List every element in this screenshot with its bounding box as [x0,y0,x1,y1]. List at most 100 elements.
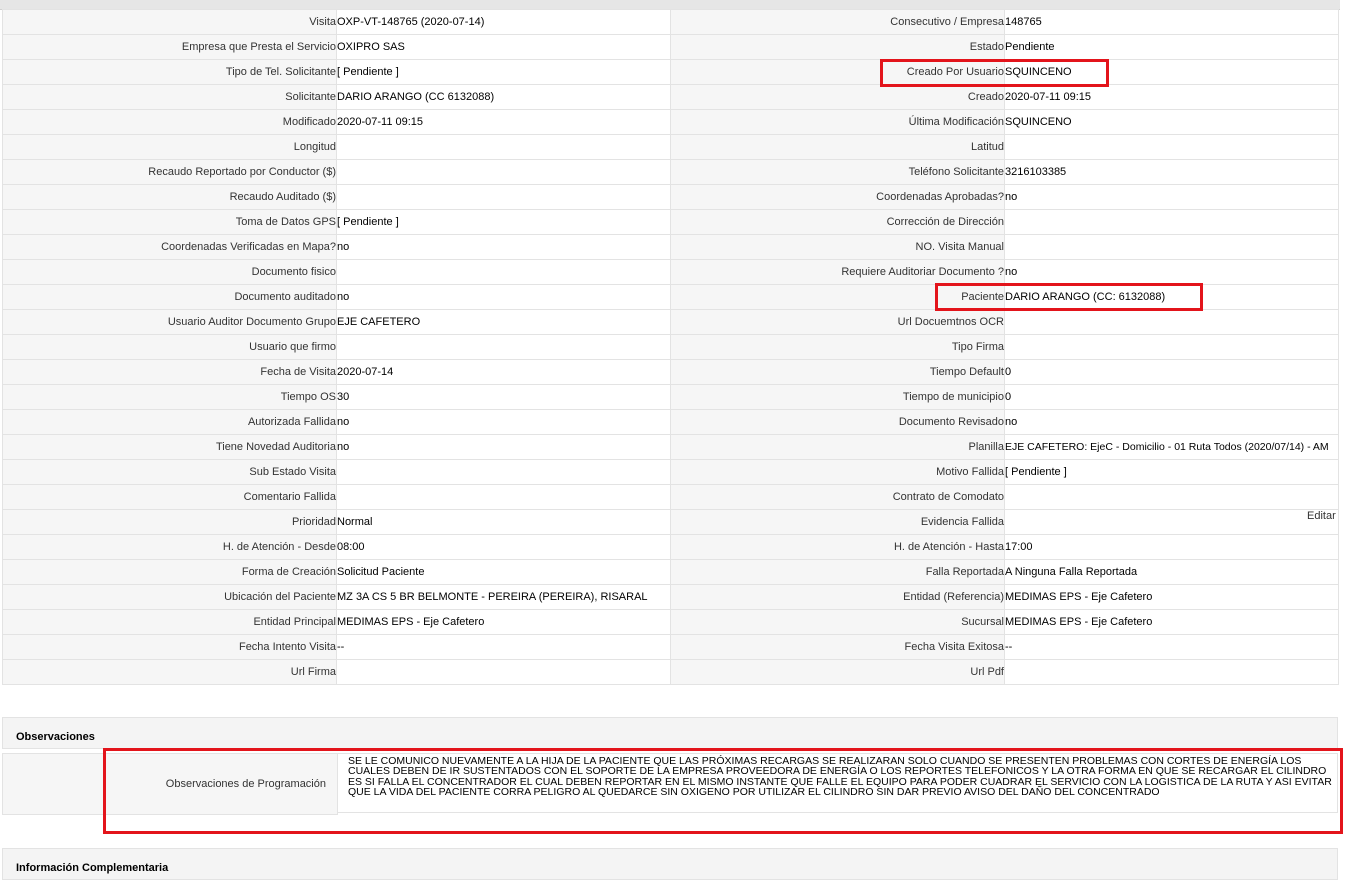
field-label: Tipo Firma [670,334,1005,360]
field-label: Coordenadas Verificadas en Mapa? [2,234,337,260]
table-row: Longitud Latitud [2,134,1339,160]
table-row: Visita OXP-VT-148765 (2020-07-14) Consecut… [2,9,1339,35]
field-value: EJE CAFETERO [336,309,671,335]
table-row: Sub Estado Visita Motivo Fallida[ Pendien… [2,459,1339,485]
field-label: Modificado [2,109,337,135]
field-value: 0 [1004,359,1339,385]
field-label: Estado [670,34,1005,60]
field-value: Normal [336,509,671,535]
field-label: Empresa que Presta el Servicio [2,34,337,60]
field-label: Documento auditado [2,284,337,310]
table-row: Tiene Novedad Auditoria no Planilla EJE CA… [2,434,1339,460]
field-value [336,334,671,360]
field-label: Url Docuemtnos OCR [670,309,1005,335]
field-label: Visita [2,9,337,35]
editar-link[interactable]: Editar [1307,510,1336,522]
field-label: Longitud [2,134,337,160]
field-label: Toma de Datos GPS [2,209,337,235]
field-value: no [336,409,671,435]
field-value: 2020-07-14 [336,359,671,385]
field-label: Corrección de Dirección [670,209,1005,235]
table-row: Prioridad Normal Evidencia Fallida [2,509,1339,535]
field-value [1004,484,1339,510]
field-label: Consecutivo / Empresa [670,9,1005,35]
field-label: Solicitante [2,84,337,110]
field-value: OXP-VT-148765 (2020-07-14) [336,9,671,35]
field-value: SQUINCENO [1004,109,1339,135]
field-label: Latitud [670,134,1005,160]
field-label: Requiere Auditoriar Documento ? [670,259,1005,285]
field-label: Documento fisico [2,259,337,285]
table-row: Recaudo Auditado ($) Coordenadas Aprobada… [2,184,1339,210]
field-value: Solicitud Paciente [336,559,671,585]
field-label: Fecha de Visita [2,359,337,385]
field-value: MEDIMAS EPS - Eje Cafetero [1004,609,1339,635]
field-value: no [336,284,671,310]
field-label: Recaudo Auditado ($) [2,184,337,210]
field-label: Planilla [670,434,1005,460]
field-value: 3216103385 [1004,159,1339,185]
field-value: 30 [336,384,671,410]
table-row: Usuario Auditor Documento Grupo EJE CAFET… [2,309,1339,335]
field-value [1004,509,1339,535]
field-label: Creado [670,84,1005,110]
field-label: Comentario Fallida [2,484,337,510]
field-label: Usuario que firmo [2,334,337,360]
field-value: SQUINCENO [1004,59,1339,85]
field-label: Última Modificación [670,109,1005,135]
field-value [1004,234,1339,260]
field-label: H. de Atención - Hasta [670,534,1005,560]
field-label: Tipo de Tel. Solicitante [2,59,337,85]
field-value: 0 [1004,384,1339,410]
field-value [1004,134,1339,160]
field-label: Documento Revisado [670,409,1005,435]
table-row: Toma de Datos GPS[ Pendiente ] Corrección… [2,209,1339,235]
field-value [1004,659,1339,685]
field-value: -- [336,634,671,660]
field-value [1004,334,1339,360]
informacion-complementaria-header: Información Complementaria [2,848,1338,880]
table-row: Empresa que Presta el Servicio OXIPRO SAS… [2,34,1339,60]
field-value: DARIO ARANGO (CC 6132088) [336,84,671,110]
field-value: A Ninguna Falla Reportada [1004,559,1339,585]
table-row: Ubicación del Paciente MZ 3A CS 5 BR BELM… [2,584,1339,610]
observaciones-header: Observaciones [2,717,1338,749]
table-row: Forma de Creación Solicitud Paciente Falla… [2,559,1339,585]
field-label: Motivo Fallida [670,459,1005,485]
field-value: Pendiente [1004,34,1339,60]
observaciones-title: Observaciones [16,731,95,743]
table-row: Fecha de Visita 2020-07-14 Tiempo Default… [2,359,1339,385]
field-label: Usuario Auditor Documento Grupo [2,309,337,335]
table-row: Tipo de Tel. Solicitante[ Pendiente ] Cre… [2,59,1339,85]
table-row: Url Firma Url Pdf [2,659,1339,685]
observaciones-row: Observaciones de Programación SE LE COMU… [2,753,1338,815]
field-label: Url Pdf [670,659,1005,685]
field-label: NO. Visita Manual [670,234,1005,260]
field-value [336,159,671,185]
table-row: Autorizada Fallida no Documento Revisado … [2,409,1339,435]
field-label: Entidad (Referencia) [670,584,1005,610]
table-row: Solicitante DARIO ARANGO (CC 6132088) Crea… [2,84,1339,110]
table-row: Comentario Fallida Contrato de Comodato [2,484,1339,510]
field-value: -- [1004,634,1339,660]
field-value: no [336,434,671,460]
field-label: Prioridad [2,509,337,535]
field-label: Tiempo OS [2,384,337,410]
field-value [336,134,671,160]
table-row: Entidad Principal MEDIMAS EPS - Eje Cafet… [2,609,1339,635]
field-label: Tiempo Default [670,359,1005,385]
table-row: Modificado 2020-07-11 09:15 Última Modific… [2,109,1339,135]
field-label: Fecha Intento Visita [2,634,337,660]
field-value: DARIO ARANGO (CC: 6132088) [1004,284,1339,310]
field-value: OXIPRO SAS [336,34,671,60]
field-label: Url Firma [2,659,337,685]
field-value: EJE CAFETERO: EjeC - Domicilio - 01 Ruta… [1004,434,1339,460]
field-label: Sucursal [670,609,1005,635]
field-label: Teléfono Solicitante [670,159,1005,185]
visit-details-table: Visita OXP-VT-148765 (2020-07-14) Consecut… [2,9,1339,685]
informacion-complementaria-title: Información Complementaria [16,862,169,874]
field-value [336,659,671,685]
field-value: 148765 [1004,9,1339,35]
field-value: no [336,234,671,260]
field-label: Fecha Visita Exitosa [670,634,1005,660]
